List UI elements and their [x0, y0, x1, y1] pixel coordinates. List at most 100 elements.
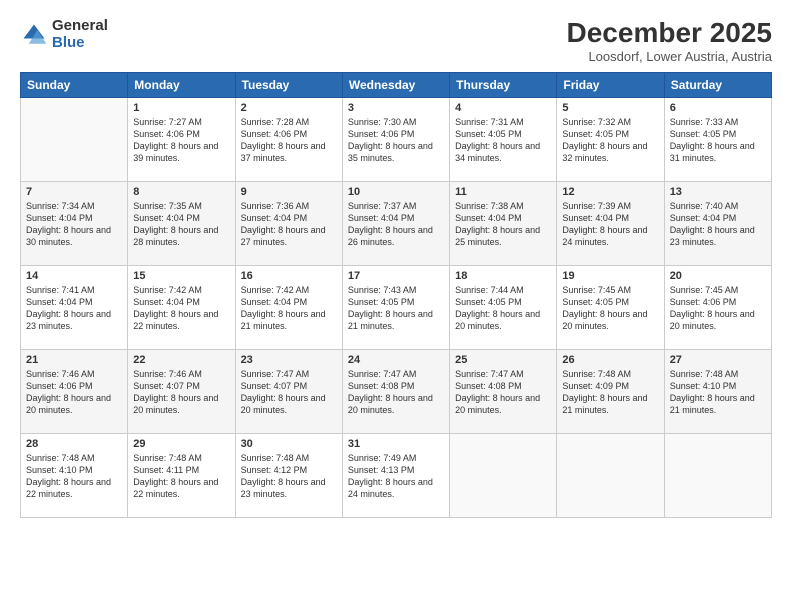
day-number: 18: [455, 270, 551, 282]
day-number: 6: [670, 102, 766, 114]
month-title: December 2025: [567, 18, 772, 49]
header-thursday: Thursday: [450, 72, 557, 97]
header-saturday: Saturday: [664, 72, 771, 97]
cell-info: Sunrise: 7:48 AM Sunset: 4:10 PM Dayligh…: [670, 368, 766, 417]
day-number: 25: [455, 354, 551, 366]
day-cell: 27 Sunrise: 7:48 AM Sunset: 4:10 PM Dayli…: [664, 349, 771, 433]
header: General Blue December 2025 Loosdorf, Low…: [20, 18, 772, 64]
cell-info: Sunrise: 7:32 AM Sunset: 4:05 PM Dayligh…: [562, 116, 658, 165]
day-cell: 8Sunrise: 7:35 AM Sunset: 4:04 PM Daylig…: [128, 181, 235, 265]
week-row-1: 7 Sunrise: 7:34 AM Sunset: 4:04 PM Daylig…: [21, 181, 772, 265]
logo-blue: Blue: [52, 35, 108, 52]
day-cell: [664, 433, 771, 517]
day-cell: 29 Sunrise: 7:48 AM Sunset: 4:11 PM Dayli…: [128, 433, 235, 517]
cell-info: Sunrise: 7:31 AM Sunset: 4:05 PM Dayligh…: [455, 116, 551, 165]
logo: General Blue: [20, 18, 108, 51]
cell-info: Sunrise: 7:48 AM Sunset: 4:10 PM Dayligh…: [26, 452, 122, 501]
day-number: 24: [348, 354, 444, 366]
day-number: 22: [133, 354, 229, 366]
day-cell: 15 Sunrise: 7:42 AM Sunset: 4:04 PM Dayli…: [128, 265, 235, 349]
cell-info: Sunrise: 7:47 AM Sunset: 4:08 PM Dayligh…: [455, 368, 551, 417]
day-number: 31: [348, 438, 444, 450]
day-number: 3: [348, 102, 444, 114]
day-cell: 20 Sunrise: 7:45 AM Sunset: 4:06 PM Dayli…: [664, 265, 771, 349]
day-number: 17: [348, 270, 444, 282]
cell-info: Sunrise: 7:36 AM Sunset: 4:04 PM Dayligh…: [241, 200, 337, 249]
day-number: 16: [241, 270, 337, 282]
day-cell: 12Sunrise: 7:39 AM Sunset: 4:04 PM Dayli…: [557, 181, 664, 265]
cell-info: Sunrise: 7:35 AM Sunset: 4:04 PM Dayligh…: [133, 200, 229, 249]
cell-info: Sunrise: 7:46 AM Sunset: 4:07 PM Dayligh…: [133, 368, 229, 417]
logo-icon: [20, 21, 48, 49]
day-number: 4: [455, 102, 551, 114]
cell-info: Sunrise: 7:40 AM Sunset: 4:04 PM Dayligh…: [670, 200, 766, 249]
week-row-3: 21Sunrise: 7:46 AM Sunset: 4:06 PM Dayli…: [21, 349, 772, 433]
day-cell: 13 Sunrise: 7:40 AM Sunset: 4:04 PM Dayli…: [664, 181, 771, 265]
day-cell: 18 Sunrise: 7:44 AM Sunset: 4:05 PM Dayli…: [450, 265, 557, 349]
day-cell: 3Sunrise: 7:30 AM Sunset: 4:06 PM Daylig…: [342, 97, 449, 181]
cell-info: Sunrise: 7:37 AM Sunset: 4:04 PM Dayligh…: [348, 200, 444, 249]
day-number: 29: [133, 438, 229, 450]
week-row-2: 14Sunrise: 7:41 AM Sunset: 4:04 PM Dayli…: [21, 265, 772, 349]
header-friday: Friday: [557, 72, 664, 97]
cell-info: Sunrise: 7:42 AM Sunset: 4:04 PM Dayligh…: [241, 284, 337, 333]
day-number: 13: [670, 186, 766, 198]
day-cell: 31 Sunrise: 7:49 AM Sunset: 4:13 PM Dayli…: [342, 433, 449, 517]
day-cell: 30 Sunrise: 7:48 AM Sunset: 4:12 PM Dayli…: [235, 433, 342, 517]
cell-info: Sunrise: 7:42 AM Sunset: 4:04 PM Dayligh…: [133, 284, 229, 333]
day-number: 27: [670, 354, 766, 366]
header-monday: Monday: [128, 72, 235, 97]
cell-info: Sunrise: 7:43 AM Sunset: 4:05 PM Dayligh…: [348, 284, 444, 333]
day-cell: [557, 433, 664, 517]
day-number: 28: [26, 438, 122, 450]
cell-info: Sunrise: 7:28 AM Sunset: 4:06 PM Dayligh…: [241, 116, 337, 165]
location: Loosdorf, Lower Austria, Austria: [567, 49, 772, 64]
day-number: 9: [241, 186, 337, 198]
week-row-4: 28 Sunrise: 7:48 AM Sunset: 4:10 PM Dayli…: [21, 433, 772, 517]
day-cell: 14Sunrise: 7:41 AM Sunset: 4:04 PM Dayli…: [21, 265, 128, 349]
header-sunday: Sunday: [21, 72, 128, 97]
day-cell: 21Sunrise: 7:46 AM Sunset: 4:06 PM Dayli…: [21, 349, 128, 433]
day-number: 7: [26, 186, 122, 198]
day-cell: 24 Sunrise: 7:47 AM Sunset: 4:08 PM Dayli…: [342, 349, 449, 433]
cell-info: Sunrise: 7:47 AM Sunset: 4:08 PM Dayligh…: [348, 368, 444, 417]
page: General Blue December 2025 Loosdorf, Low…: [0, 0, 792, 612]
day-number: 10: [348, 186, 444, 198]
day-cell: 6Sunrise: 7:33 AM Sunset: 4:05 PM Daylig…: [664, 97, 771, 181]
day-cell: 2 Sunrise: 7:28 AM Sunset: 4:06 PM Daylig…: [235, 97, 342, 181]
cell-info: Sunrise: 7:27 AM Sunset: 4:06 PM Dayligh…: [133, 116, 229, 165]
title-block: December 2025 Loosdorf, Lower Austria, A…: [567, 18, 772, 64]
header-tuesday: Tuesday: [235, 72, 342, 97]
day-number: 2: [241, 102, 337, 114]
calendar-header-row: SundayMondayTuesdayWednesdayThursdayFrid…: [21, 72, 772, 97]
cell-info: Sunrise: 7:48 AM Sunset: 4:09 PM Dayligh…: [562, 368, 658, 417]
day-cell: [450, 433, 557, 517]
cell-info: Sunrise: 7:38 AM Sunset: 4:04 PM Dayligh…: [455, 200, 551, 249]
day-number: 21: [26, 354, 122, 366]
day-number: 20: [670, 270, 766, 282]
day-cell: 10 Sunrise: 7:37 AM Sunset: 4:04 PM Dayli…: [342, 181, 449, 265]
day-number: 30: [241, 438, 337, 450]
cell-info: Sunrise: 7:34 AM Sunset: 4:04 PM Dayligh…: [26, 200, 122, 249]
day-cell: 17 Sunrise: 7:43 AM Sunset: 4:05 PM Dayli…: [342, 265, 449, 349]
cell-info: Sunrise: 7:44 AM Sunset: 4:05 PM Dayligh…: [455, 284, 551, 333]
day-cell: 25 Sunrise: 7:47 AM Sunset: 4:08 PM Dayli…: [450, 349, 557, 433]
day-cell: 7 Sunrise: 7:34 AM Sunset: 4:04 PM Daylig…: [21, 181, 128, 265]
cell-info: Sunrise: 7:45 AM Sunset: 4:06 PM Dayligh…: [670, 284, 766, 333]
day-number: 5: [562, 102, 658, 114]
day-cell: 23Sunrise: 7:47 AM Sunset: 4:07 PM Dayli…: [235, 349, 342, 433]
logo-text: General Blue: [52, 18, 108, 51]
cell-info: Sunrise: 7:48 AM Sunset: 4:12 PM Dayligh…: [241, 452, 337, 501]
day-number: 26: [562, 354, 658, 366]
week-row-0: 1 Sunrise: 7:27 AM Sunset: 4:06 PM Daylig…: [21, 97, 772, 181]
cell-info: Sunrise: 7:47 AM Sunset: 4:07 PM Dayligh…: [241, 368, 337, 417]
cell-info: Sunrise: 7:49 AM Sunset: 4:13 PM Dayligh…: [348, 452, 444, 501]
day-cell: 26 Sunrise: 7:48 AM Sunset: 4:09 PM Dayli…: [557, 349, 664, 433]
day-cell: [21, 97, 128, 181]
day-cell: 5 Sunrise: 7:32 AM Sunset: 4:05 PM Daylig…: [557, 97, 664, 181]
cell-info: Sunrise: 7:48 AM Sunset: 4:11 PM Dayligh…: [133, 452, 229, 501]
day-number: 1: [133, 102, 229, 114]
day-number: 15: [133, 270, 229, 282]
calendar: SundayMondayTuesdayWednesdayThursdayFrid…: [20, 72, 772, 518]
day-number: 19: [562, 270, 658, 282]
